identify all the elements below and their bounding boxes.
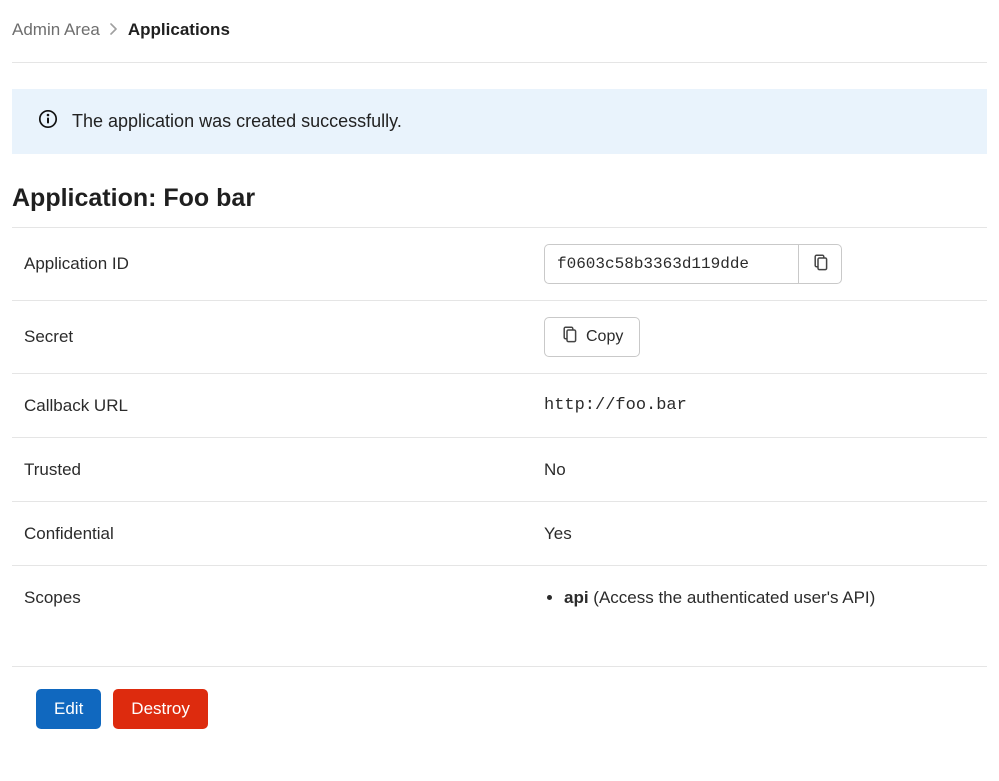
copy-secret-button[interactable]: Copy bbox=[544, 317, 640, 357]
application-id-input[interactable]: f0603c58b3363d119dde bbox=[544, 244, 798, 284]
label-scopes: Scopes bbox=[24, 588, 544, 608]
value-callback-url: http://foo.bar bbox=[544, 396, 975, 415]
scope-item: api (Access the authenticated user's API… bbox=[564, 588, 975, 608]
page-title: Application: Foo bar bbox=[12, 184, 987, 213]
breadcrumb-parent-link[interactable]: Admin Area bbox=[12, 20, 100, 40]
value-trusted: No bbox=[544, 460, 975, 480]
chevron-right-icon bbox=[110, 22, 118, 38]
scope-description: (Access the authenticated user's API) bbox=[589, 588, 876, 607]
success-alert: The application was created successfully… bbox=[12, 89, 987, 154]
label-confidential: Confidential bbox=[24, 524, 544, 544]
scopes-list: api (Access the authenticated user's API… bbox=[544, 588, 975, 608]
info-icon bbox=[38, 109, 58, 134]
destroy-button[interactable]: Destroy bbox=[113, 689, 208, 729]
breadcrumb: Admin Area Applications bbox=[12, 20, 987, 63]
scope-name: api bbox=[564, 588, 589, 607]
label-trusted: Trusted bbox=[24, 460, 544, 480]
row-application-id: Application ID f0603c58b3363d119dde bbox=[12, 228, 987, 301]
label-callback-url: Callback URL bbox=[24, 396, 544, 416]
row-secret: Secret Copy bbox=[12, 301, 987, 374]
action-bar: Edit Destroy bbox=[12, 666, 987, 751]
value-confidential: Yes bbox=[544, 524, 975, 544]
alert-message: The application was created successfully… bbox=[72, 111, 402, 132]
row-confidential: Confidential Yes bbox=[12, 502, 987, 566]
application-id-group: f0603c58b3363d119dde bbox=[544, 244, 975, 284]
clipboard-icon bbox=[561, 326, 578, 348]
application-details: Application ID f0603c58b3363d119dde bbox=[12, 227, 987, 630]
row-callback-url: Callback URL http://foo.bar bbox=[12, 374, 987, 438]
breadcrumb-current: Applications bbox=[128, 20, 230, 40]
label-application-id: Application ID bbox=[24, 254, 544, 274]
row-trusted: Trusted No bbox=[12, 438, 987, 502]
label-secret: Secret bbox=[24, 327, 544, 347]
clipboard-icon bbox=[812, 254, 829, 274]
copy-application-id-button[interactable] bbox=[798, 244, 842, 284]
copy-secret-label: Copy bbox=[586, 328, 623, 346]
edit-button[interactable]: Edit bbox=[36, 689, 101, 729]
row-scopes: Scopes api (Access the authenticated use… bbox=[12, 566, 987, 630]
